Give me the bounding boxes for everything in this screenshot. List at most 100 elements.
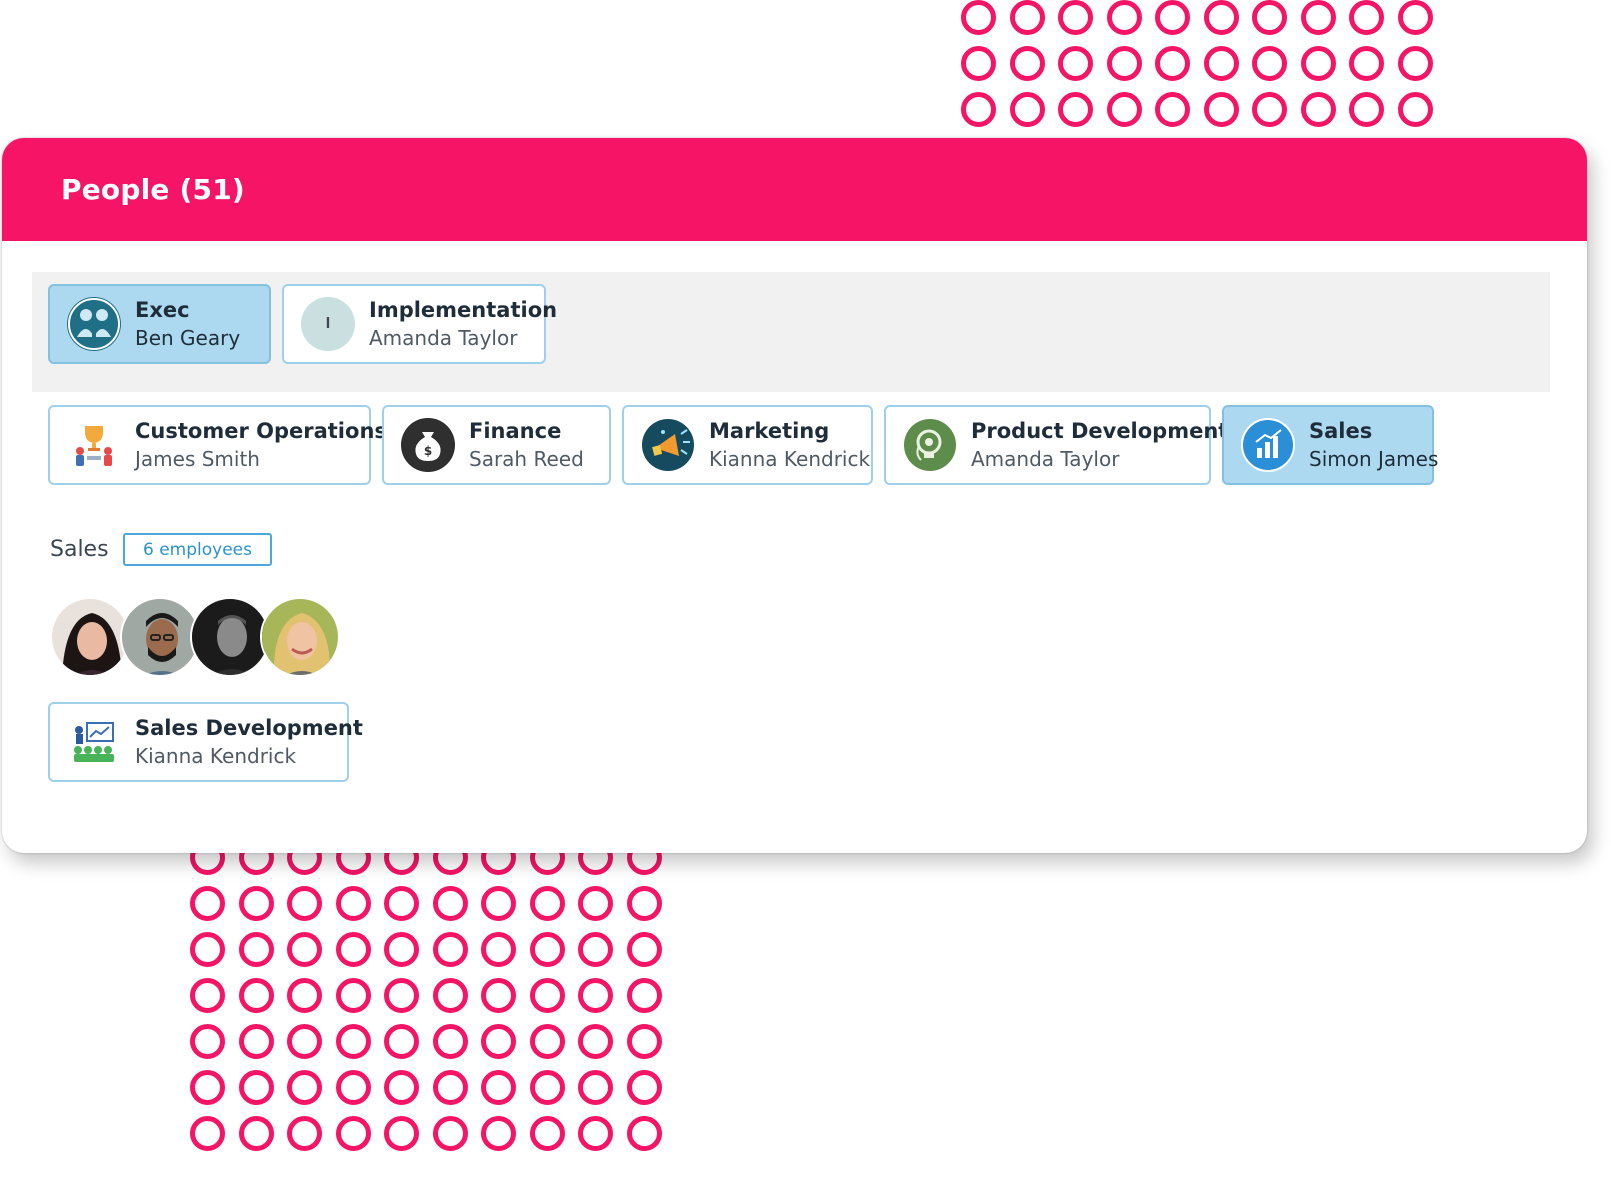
svg-text:$: $ bbox=[424, 444, 432, 458]
decorative-ring bbox=[961, 0, 996, 35]
decorative-ring bbox=[1058, 46, 1093, 81]
trophy-team-icon bbox=[67, 418, 121, 472]
decorative-ring-grid-top bbox=[961, 0, 1433, 127]
team-lead: Kianna Kendrick bbox=[709, 447, 871, 471]
employee-avatar-4[interactable] bbox=[260, 597, 340, 677]
decorative-ring bbox=[1009, 92, 1045, 127]
decorative-ring bbox=[626, 932, 662, 967]
decorative-ring bbox=[190, 1024, 225, 1059]
decorative-ring bbox=[432, 978, 468, 1013]
decorative-ring bbox=[1203, 46, 1239, 81]
decorative-ring bbox=[626, 1070, 662, 1105]
lightbulb-gear-icon bbox=[903, 418, 957, 472]
decorative-ring bbox=[335, 932, 371, 967]
decorative-ring bbox=[529, 978, 565, 1013]
decorative-ring bbox=[432, 932, 468, 967]
team-card-marketing[interactable]: Marketing Kianna Kendrick bbox=[622, 405, 873, 485]
exec-team-icon bbox=[67, 297, 121, 351]
decorative-ring bbox=[287, 886, 322, 921]
decorative-ring bbox=[1397, 46, 1433, 81]
decorative-ring bbox=[1106, 46, 1142, 81]
team-card-implementation[interactable]: I Implementation Amanda Taylor bbox=[282, 284, 557, 364]
decorative-ring bbox=[238, 1070, 274, 1105]
employee-avatar-2[interactable] bbox=[120, 597, 200, 677]
decorative-ring bbox=[287, 1070, 322, 1105]
decorative-ring bbox=[1397, 92, 1433, 127]
decorative-ring bbox=[1349, 92, 1384, 127]
decorative-ring bbox=[287, 1116, 322, 1151]
decorative-ring bbox=[626, 1116, 662, 1151]
decorative-ring bbox=[238, 1116, 274, 1151]
team-card-sales-development[interactable]: Sales Development Kianna Kendrick bbox=[48, 702, 363, 782]
decorative-ring bbox=[529, 1070, 565, 1105]
decorative-ring bbox=[384, 932, 419, 967]
decorative-ring bbox=[1058, 0, 1093, 35]
initial-avatar: I bbox=[301, 297, 355, 351]
decorative-ring bbox=[578, 886, 613, 921]
employee-avatar-1[interactable] bbox=[50, 597, 130, 677]
team-name: Customer Operations bbox=[135, 419, 387, 443]
team-card-sales[interactable]: Sales Simon James bbox=[1222, 405, 1438, 485]
team-card-exec[interactable]: Exec Ben Geary bbox=[48, 284, 271, 364]
team-card-finance[interactable]: $ Finance Sarah Reed bbox=[382, 405, 611, 485]
employee-avatars bbox=[50, 597, 340, 677]
decorative-ring bbox=[481, 1116, 516, 1151]
decorative-ring bbox=[626, 978, 662, 1013]
decorative-ring bbox=[335, 1024, 371, 1059]
decorative-ring bbox=[384, 886, 419, 921]
decorative-ring bbox=[1300, 0, 1336, 35]
decorative-ring bbox=[481, 932, 516, 967]
decorative-ring bbox=[961, 92, 996, 127]
decorative-ring bbox=[1300, 92, 1336, 127]
decorative-ring bbox=[335, 886, 371, 921]
team-card-customer-operations[interactable]: Customer Operations James Smith bbox=[48, 405, 387, 485]
avatar-initial: I bbox=[325, 315, 331, 332]
decorative-ring bbox=[190, 932, 225, 967]
presentation-team-icon bbox=[67, 715, 121, 769]
decorative-ring bbox=[384, 1070, 419, 1105]
team-lead: Simon James bbox=[1309, 447, 1439, 471]
team-lead: Amanda Taylor bbox=[971, 447, 1120, 471]
decorative-ring bbox=[1155, 46, 1190, 81]
decorative-ring bbox=[335, 1116, 371, 1151]
decorative-ring bbox=[1058, 92, 1093, 127]
team-card-product-development[interactable]: Product Development Amanda Taylor bbox=[884, 405, 1228, 485]
decorative-ring bbox=[384, 978, 419, 1013]
section-label: Sales bbox=[50, 537, 109, 562]
team-lead: James Smith bbox=[135, 447, 260, 471]
employee-count-badge[interactable]: 6 employees bbox=[123, 533, 272, 566]
team-name: Finance bbox=[469, 419, 562, 443]
decorative-ring bbox=[1009, 46, 1045, 81]
employee-avatar-3[interactable] bbox=[190, 597, 270, 677]
team-lead: Sarah Reed bbox=[469, 447, 584, 471]
team-name: Exec bbox=[135, 298, 190, 322]
decorative-ring bbox=[432, 886, 468, 921]
decorative-ring bbox=[578, 978, 613, 1013]
decorative-ring bbox=[190, 886, 225, 921]
decorative-ring bbox=[481, 1024, 516, 1059]
decorative-ring bbox=[1252, 92, 1287, 127]
decorative-ring bbox=[287, 932, 322, 967]
decorative-ring bbox=[1300, 46, 1336, 81]
decorative-ring bbox=[578, 1024, 613, 1059]
decorative-ring bbox=[529, 886, 565, 921]
decorative-ring bbox=[190, 1116, 225, 1151]
team-name: Marketing bbox=[709, 419, 830, 443]
decorative-ring bbox=[238, 978, 274, 1013]
panel-header: People (51) bbox=[2, 138, 1587, 241]
decorative-ring bbox=[1106, 0, 1142, 35]
decorative-ring bbox=[1349, 0, 1384, 35]
decorative-ring bbox=[1252, 46, 1287, 81]
decorative-ring bbox=[578, 1116, 613, 1151]
decorative-ring bbox=[335, 1070, 371, 1105]
money-bag-icon: $ bbox=[401, 418, 455, 472]
decorative-ring bbox=[384, 1116, 419, 1151]
team-name: Sales Development bbox=[135, 716, 363, 740]
decorative-ring bbox=[1397, 0, 1433, 35]
decorative-ring bbox=[432, 1070, 468, 1105]
decorative-ring bbox=[1349, 46, 1384, 81]
decorative-ring bbox=[432, 1024, 468, 1059]
team-lead: Kianna Kendrick bbox=[135, 744, 297, 768]
decorative-ring bbox=[481, 978, 516, 1013]
decorative-ring bbox=[335, 978, 371, 1013]
